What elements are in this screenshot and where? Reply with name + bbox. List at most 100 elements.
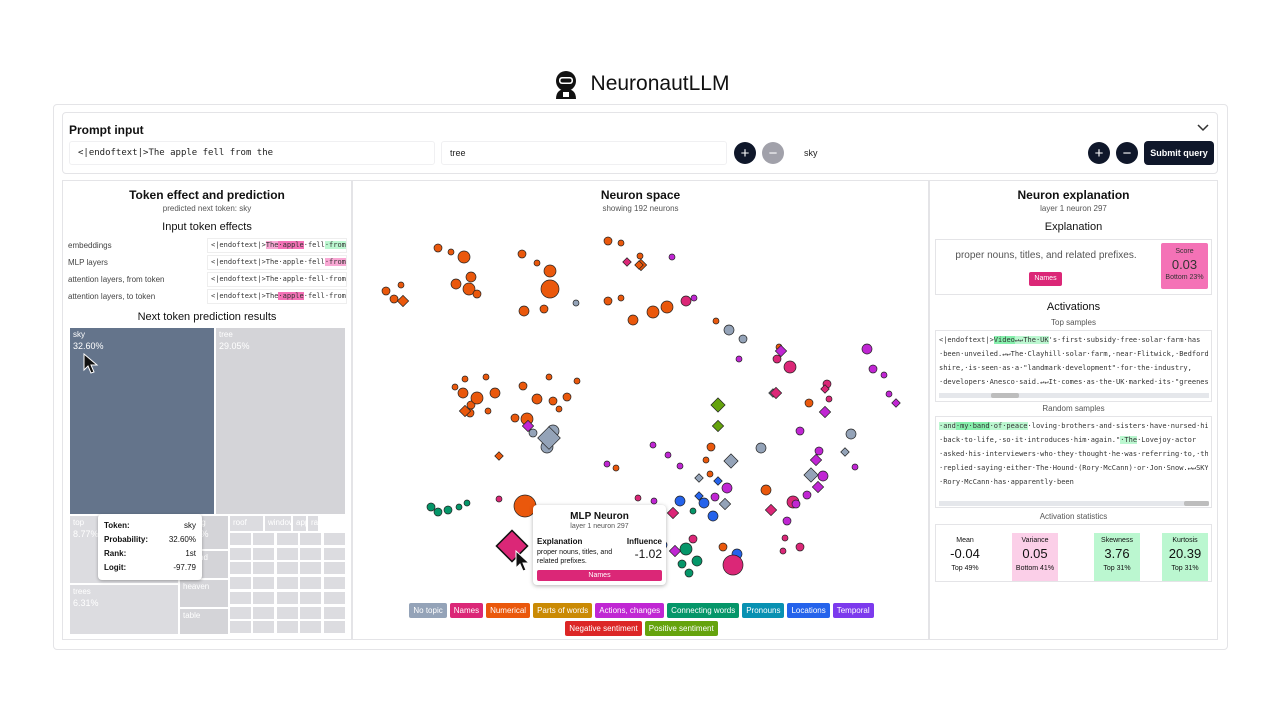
neuron-point[interactable] — [443, 505, 453, 515]
neuron-point-diamond[interactable] — [723, 453, 739, 469]
token-chip[interactable]: ·apple — [278, 292, 304, 300]
token-chip[interactable]: The — [265, 241, 279, 249]
neuron-point[interactable] — [689, 507, 697, 515]
neuron-point[interactable] — [573, 377, 581, 385]
neuron-point-diamond[interactable] — [811, 480, 825, 494]
treemap-tile-small[interactable] — [299, 620, 323, 635]
sample-token[interactable]: ·of·peace — [989, 422, 1028, 430]
neuron-point[interactable] — [722, 554, 744, 576]
token-chip[interactable]: ·fell — [304, 275, 325, 283]
neuron-point[interactable] — [782, 516, 792, 526]
treemap-tile-small[interactable] — [322, 561, 346, 576]
neuron-point-diamond[interactable] — [809, 453, 823, 467]
treemap-tile[interactable]: apple — [292, 515, 307, 532]
legend-item[interactable]: Pronouns — [742, 603, 785, 618]
neuron-point[interactable] — [389, 294, 399, 304]
legend-item[interactable]: Negative sentiment — [565, 621, 642, 636]
random-samples-box[interactable]: ·and·my·band·of·peace·loving·brothers·an… — [935, 416, 1212, 508]
neuron-point[interactable] — [636, 252, 644, 260]
neuron-point[interactable] — [738, 334, 748, 344]
neuron-point[interactable] — [735, 355, 743, 363]
neuron-point[interactable] — [472, 289, 482, 299]
neuron-point[interactable] — [562, 392, 572, 402]
neuron-point[interactable] — [845, 428, 857, 440]
neuron-point[interactable] — [721, 482, 733, 494]
neuron-point[interactable] — [680, 295, 692, 307]
neuron-point[interactable] — [712, 317, 720, 325]
neuron-point[interactable] — [718, 542, 728, 552]
neuron-point[interactable] — [455, 503, 463, 511]
neuron-point-diamond[interactable] — [764, 503, 778, 517]
neuron-point[interactable] — [802, 490, 812, 500]
token-chip[interactable]: <|endoftext|> — [211, 258, 266, 266]
sample-token[interactable]: ·Lovejoy·actor — [1137, 436, 1196, 444]
neuron-point[interactable] — [650, 497, 658, 505]
treemap-tile-small[interactable] — [322, 576, 346, 591]
neuron-point[interactable] — [690, 294, 698, 302]
legend-item[interactable]: Temporal — [832, 603, 874, 618]
token-chip[interactable]: ·the — [345, 258, 346, 266]
neuron-point[interactable] — [795, 542, 805, 552]
treemap-tile-small[interactable] — [229, 605, 252, 620]
legend-item[interactable]: Locations — [787, 603, 830, 618]
token-chip[interactable]: The — [266, 275, 279, 283]
neuron-point[interactable] — [451, 383, 459, 391]
neuron-point[interactable] — [814, 446, 824, 456]
treemap-tile[interactable]: window — [264, 515, 292, 532]
neuron-point[interactable] — [691, 555, 703, 567]
treemap-tile-small[interactable] — [229, 546, 252, 561]
neuron-point[interactable] — [495, 495, 503, 503]
legend-item[interactable]: Actions, changes — [595, 603, 665, 618]
treemap-tile[interactable]: heaven — [179, 579, 229, 608]
neuron-point[interactable] — [627, 314, 639, 326]
neuron-point-diamond[interactable] — [891, 398, 901, 408]
token-chip[interactable]: ·from — [324, 258, 346, 266]
neuron-point[interactable] — [617, 294, 625, 302]
treemap-tile-small[interactable] — [252, 546, 276, 561]
neuron-point[interactable] — [397, 281, 405, 289]
treemap-tile-small[interactable] — [322, 532, 346, 546]
neuron-point[interactable] — [381, 286, 391, 296]
treemap-tile[interactable]: ra — [307, 515, 319, 532]
treemap-tile-small[interactable] — [322, 620, 346, 635]
sample-token[interactable]: ·back·to·life,·so·it·introduces·him·agai… — [939, 436, 1120, 444]
neuron-point[interactable] — [702, 456, 710, 464]
token-chip[interactable]: <|endoftext|> — [211, 275, 266, 283]
neuron-point-diamond[interactable] — [396, 294, 410, 308]
neuron-point[interactable] — [603, 460, 611, 468]
neuron-point[interactable] — [781, 534, 789, 542]
neuron-point[interactable] — [510, 413, 520, 423]
remove-compare-button[interactable]: − — [1116, 142, 1138, 164]
treemap-tile-small[interactable] — [229, 590, 252, 605]
token-effect-strip[interactable]: <|endoftext|>The·apple·fell·from·the — [207, 255, 347, 270]
token-chip[interactable]: <|endoftext|> — [211, 292, 266, 300]
neuron-point[interactable] — [668, 253, 676, 261]
neuron-point-diamond[interactable] — [694, 473, 704, 483]
treemap-tile-small[interactable] — [299, 546, 323, 561]
sample-token[interactable]: ·and — [939, 422, 956, 430]
treemap-tile-small[interactable] — [322, 605, 346, 620]
neuron-point[interactable] — [533, 259, 541, 267]
neuron-point-diamond[interactable] — [713, 476, 723, 486]
neuron-point[interactable] — [851, 463, 859, 471]
neuron-point[interactable] — [457, 250, 471, 264]
treemap-tile-small[interactable] — [299, 576, 323, 591]
collapse-chevron-icon[interactable] — [1197, 121, 1209, 135]
neuron-point[interactable] — [664, 451, 672, 459]
token-chip[interactable]: ·the — [345, 241, 346, 249]
token-effect-strip[interactable]: <|endoftext|>The·apple·fell·from·the — [207, 238, 347, 253]
neuron-point[interactable] — [817, 470, 829, 482]
sample-token[interactable]: ·developers·Anesco·said.↵↵It·comes·as·th… — [939, 378, 1208, 386]
neuron-point[interactable] — [531, 393, 543, 405]
neuron-point[interactable] — [795, 426, 805, 436]
neuron-point[interactable] — [646, 305, 660, 319]
legend-item[interactable]: Names — [449, 603, 484, 618]
neuron-point[interactable] — [760, 484, 772, 496]
neuron-point[interactable] — [543, 264, 557, 278]
treemap-tile-small[interactable] — [299, 561, 323, 576]
neuron-point-diamond[interactable] — [666, 506, 680, 520]
neuron-point[interactable] — [470, 391, 484, 405]
treemap-tile[interactable]: tree 29.05% — [215, 327, 346, 515]
neuron-point[interactable] — [698, 497, 710, 509]
treemap-tile-small[interactable] — [252, 605, 276, 620]
